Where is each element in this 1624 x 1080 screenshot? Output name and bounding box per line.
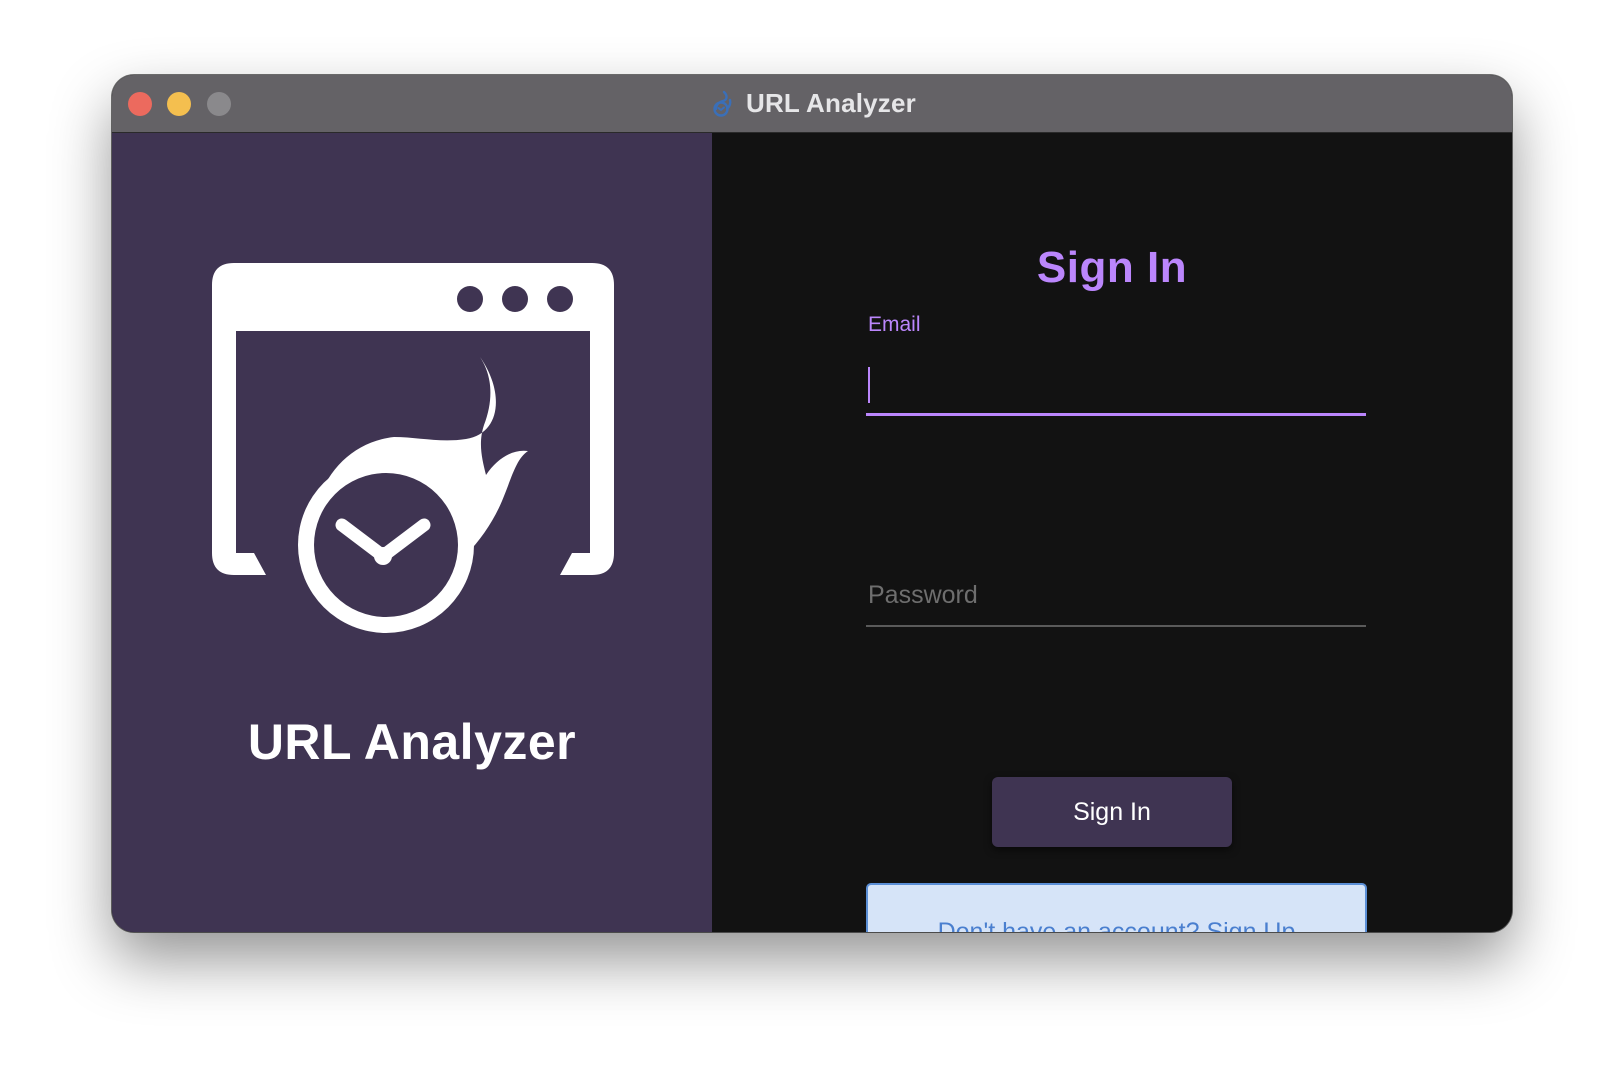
- branding-panel: URL Analyzer: [112, 133, 712, 932]
- password-field[interactable]: Password: [866, 563, 1366, 627]
- sign-in-panel: Sign In Email Password Sign In Don't hav…: [712, 133, 1512, 932]
- brand-name: URL Analyzer: [247, 714, 577, 770]
- sign-up-link-button[interactable]: Don't have an account? Sign Up: [866, 883, 1367, 932]
- app-window: URL Analyzer URL Analyzer Sign In Email: [112, 75, 1512, 932]
- window-title: URL Analyzer: [745, 88, 916, 118]
- email-label: Email: [868, 313, 921, 336]
- browser-window-flame-clock-icon: [212, 263, 614, 633]
- flame-clock-icon: [713, 90, 732, 117]
- email-field[interactable]: [866, 353, 1366, 416]
- sign-in-heading: Sign In: [1036, 243, 1188, 292]
- window-title-group: URL Analyzer: [112, 75, 1512, 132]
- title-bar[interactable]: URL Analyzer: [112, 75, 1512, 133]
- text-caret: [868, 367, 870, 403]
- sign-in-button[interactable]: Sign In: [992, 777, 1232, 847]
- password-placeholder: Password: [868, 581, 978, 609]
